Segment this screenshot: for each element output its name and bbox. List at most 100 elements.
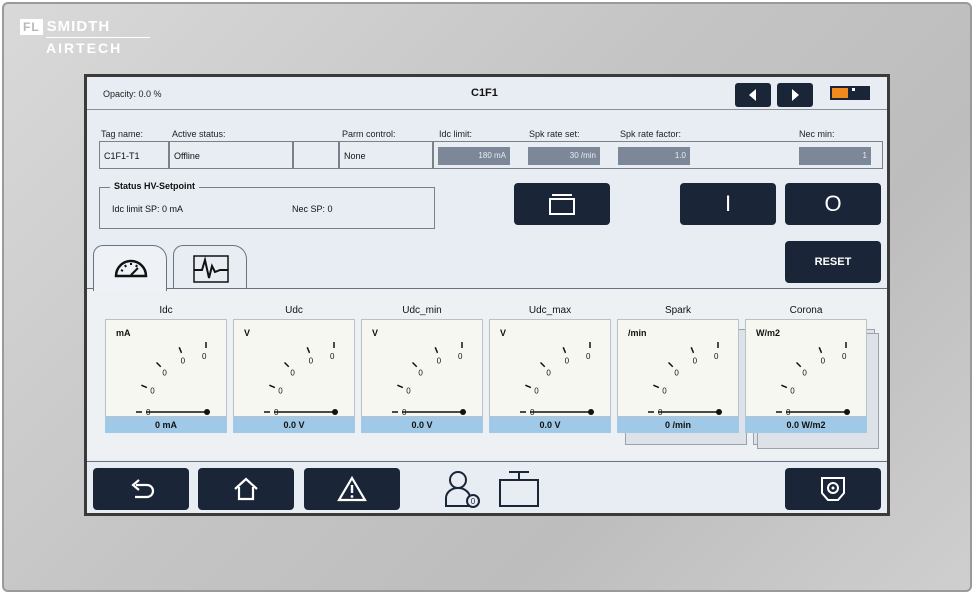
meter-corona: Corona W/m200000 0.0 W/m2 [745, 305, 867, 433]
meter-name: Spark [664, 305, 692, 316]
dial-scale: 00000 [136, 342, 210, 417]
scale-tick-label: 0 [534, 387, 539, 396]
scale-tick [306, 347, 311, 354]
spk-rate-factor-label: Spk rate factor: [620, 129, 682, 139]
scale-tick [411, 361, 418, 368]
spk-rate-set-label: Spk rate set: [529, 129, 580, 139]
opacity-readout: Opacity: 0.0 % [103, 89, 162, 99]
scale-tick [795, 361, 802, 368]
filter-settings-button[interactable] [785, 468, 881, 510]
scale-tick-label: 0 [842, 352, 847, 361]
parm-control-field: None [339, 141, 433, 169]
meter-value: 0.0 V [361, 417, 483, 433]
page-title: C1F1 [471, 87, 498, 99]
active-status-label: Active status: [172, 129, 226, 139]
dial-scale: 00000 [264, 342, 338, 417]
meter-spark: Spark /min00000 0 /min [617, 305, 739, 433]
status-hv-title: Status HV-Setpoint [110, 181, 200, 191]
scale-tick-label: 0 [150, 387, 155, 396]
status-indicator [830, 86, 870, 100]
user-login-icon[interactable]: 0 [443, 468, 483, 510]
back-button[interactable] [93, 468, 189, 510]
scale-tick-label: 0 [278, 387, 283, 396]
scale-tick-label: 0 [693, 356, 698, 365]
meter-name: Udc [285, 305, 303, 316]
meter-name: Udc_max [528, 305, 572, 316]
undo-arrow-icon [131, 479, 155, 499]
scale-tick-label: 0 [821, 356, 826, 365]
hmi-screen: Opacity: 0.0 % C1F1 Tag name: Active sta… [84, 74, 890, 516]
monitor-icon [549, 194, 575, 215]
scale-tick-label: 0 [546, 368, 551, 377]
active-status-field: Offline [169, 141, 293, 169]
on-button[interactable]: I [680, 183, 776, 225]
dial-scale: 00000 [520, 342, 594, 417]
brand-fl: FL [20, 18, 43, 35]
warning-icon [337, 476, 367, 502]
parm-control-label: Parm control: [342, 129, 396, 139]
monitor-icon[interactable] [497, 470, 541, 508]
meter-value: 0.0 V [233, 417, 355, 433]
triangle-left-icon [749, 89, 756, 101]
gauge-hub [460, 409, 466, 415]
scale-tick-label: 0 [565, 356, 570, 365]
meter-dial: mA00000 [105, 319, 227, 417]
dial-scale: 00000 [392, 342, 466, 417]
meter-value: 0.0 V [489, 417, 611, 433]
scale-tick-label: 0 [162, 368, 167, 377]
meter-udc-min: Udc_min V00000 0.0 V [361, 305, 483, 433]
meter-dial: V00000 [361, 319, 483, 417]
scale-tick [562, 347, 567, 354]
idc-limit-label: Idc limit: [439, 129, 473, 139]
scale-tick [141, 384, 148, 389]
alarm-button[interactable] [304, 468, 400, 510]
status-hv-setpoint-panel: Status HV-Setpoint Idc limit SP: 0 mA Ne… [99, 181, 435, 229]
scale-tick [539, 361, 546, 368]
reset-button[interactable]: RESET [785, 241, 881, 283]
meter-value: 0.0 W/m2 [745, 417, 867, 433]
dial-scale: 00000 [648, 342, 722, 417]
spk-rate-factor-input[interactable]: 1.0 [618, 147, 690, 165]
filter-settings-icon [821, 477, 845, 501]
scale-tick [690, 347, 695, 354]
scale-tick-label: 0 [290, 368, 295, 377]
meter-value: 0 mA [105, 417, 227, 433]
scale-tick [397, 384, 404, 389]
scale-tick [434, 347, 439, 354]
scale-tick-label: 0 [418, 368, 423, 377]
tab-gauges[interactable] [93, 245, 167, 291]
tag-name-field: C1F1-T1 [99, 141, 169, 169]
scale-tick-label: 0 [437, 356, 442, 365]
scale-tick-label: 0 [309, 356, 314, 365]
idc-limit-sp: Idc limit SP: 0 mA [112, 204, 184, 214]
meter-dial: V00000 [233, 319, 355, 417]
screen-mode-button[interactable] [514, 183, 610, 225]
scale-tick-label: 0 [458, 352, 463, 361]
home-button[interactable] [198, 468, 294, 510]
previous-button[interactable] [735, 83, 771, 107]
scale-tick-label: 0 [802, 368, 807, 377]
off-button[interactable]: O [785, 183, 881, 225]
idc-limit-input[interactable]: 180 mA [438, 147, 510, 165]
scale-tick [667, 361, 674, 368]
scale-tick [818, 347, 823, 354]
meter-udc: Udc V00000 0.0 V [233, 305, 355, 433]
meter-udc-max: Udc_max V00000 0.0 V [489, 305, 611, 433]
scale-tick-label: 0 [714, 352, 719, 361]
nec-sp: Nec SP: 0 [292, 204, 333, 214]
scale-tick-label: 0 [330, 352, 335, 361]
next-button[interactable] [777, 83, 813, 107]
meter-value: 0 /min [617, 417, 739, 433]
meter-name: Udc_min [402, 305, 442, 316]
nec-min-input[interactable]: 1 [799, 147, 871, 165]
triangle-right-icon [792, 89, 799, 101]
brand-logo: FL SMIDTH AIRTECH [20, 18, 150, 56]
meter-name: Idc [159, 305, 173, 316]
bottom-bar: 0 [87, 461, 887, 513]
spk-rate-set-input[interactable]: 30 /min [528, 147, 600, 165]
scale-tick [653, 384, 660, 389]
meter-dial: /min00000 [617, 319, 739, 417]
scale-tick-label: 0 [662, 387, 667, 396]
scale-tick [283, 361, 290, 368]
tab-trend[interactable] [173, 245, 247, 289]
